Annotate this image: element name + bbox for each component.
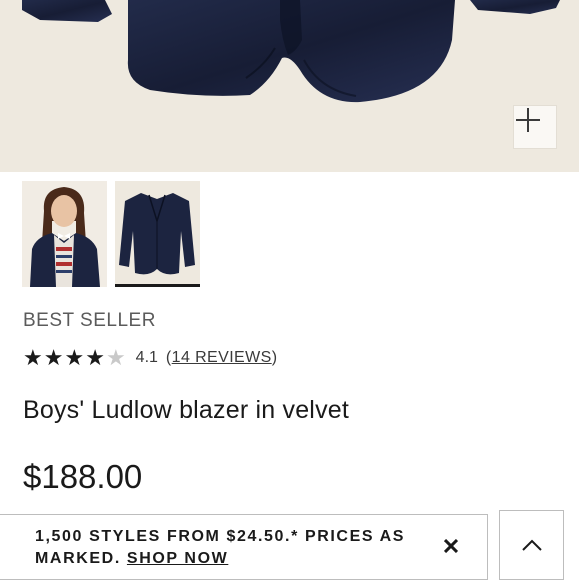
star-filled-icon: ★ (85, 345, 105, 370)
star-filled-icon: ★ (23, 345, 43, 370)
product-title: Boys' Ludlow blazer in velvet (23, 396, 350, 424)
reviews-close-paren: ) (271, 349, 278, 366)
product-hero-image[interactable] (0, 0, 579, 172)
product-price: $188.00 (23, 458, 143, 495)
star-filled-icon: ★ (43, 345, 64, 370)
star-filled-icon: ★ (64, 345, 85, 370)
scroll-to-top-button[interactable] (499, 510, 564, 580)
blazer-photo-image (115, 181, 200, 284)
rating-value: 4.1 (135, 349, 158, 366)
thumbnail-selected-indicator (115, 284, 200, 287)
product-rating: ★ ★ ★ ★ ★ 4.1 (14 REVIEWS) (23, 346, 277, 370)
reviews-link-wrapper: (14 REVIEWS) (166, 349, 278, 367)
reviews-link[interactable]: 14 REVIEWS (172, 349, 272, 366)
chevron-up-icon (521, 539, 542, 551)
best-seller-badge: BEST SELLER (23, 310, 156, 331)
close-icon (444, 539, 458, 553)
thumbnail-model-photo[interactable] (22, 181, 107, 287)
star-empty-icon: ★ (105, 345, 126, 370)
plus-icon (516, 108, 540, 132)
promo-text-block: 1,500 STYLES FROM $24.50.* PRICES AS MAR… (35, 526, 425, 570)
close-promo-button[interactable] (438, 533, 464, 559)
shop-now-link[interactable]: SHOP NOW (127, 550, 228, 567)
model-photo-image (22, 181, 107, 287)
rating-stars: ★ ★ ★ ★ ★ (23, 347, 126, 369)
zoom-button[interactable] (513, 105, 557, 149)
thumbnail-blazer-photo[interactable] (115, 181, 200, 287)
blazer-image (22, 0, 560, 103)
promo-banner: 1,500 STYLES FROM $24.50.* PRICES AS MAR… (0, 514, 488, 580)
